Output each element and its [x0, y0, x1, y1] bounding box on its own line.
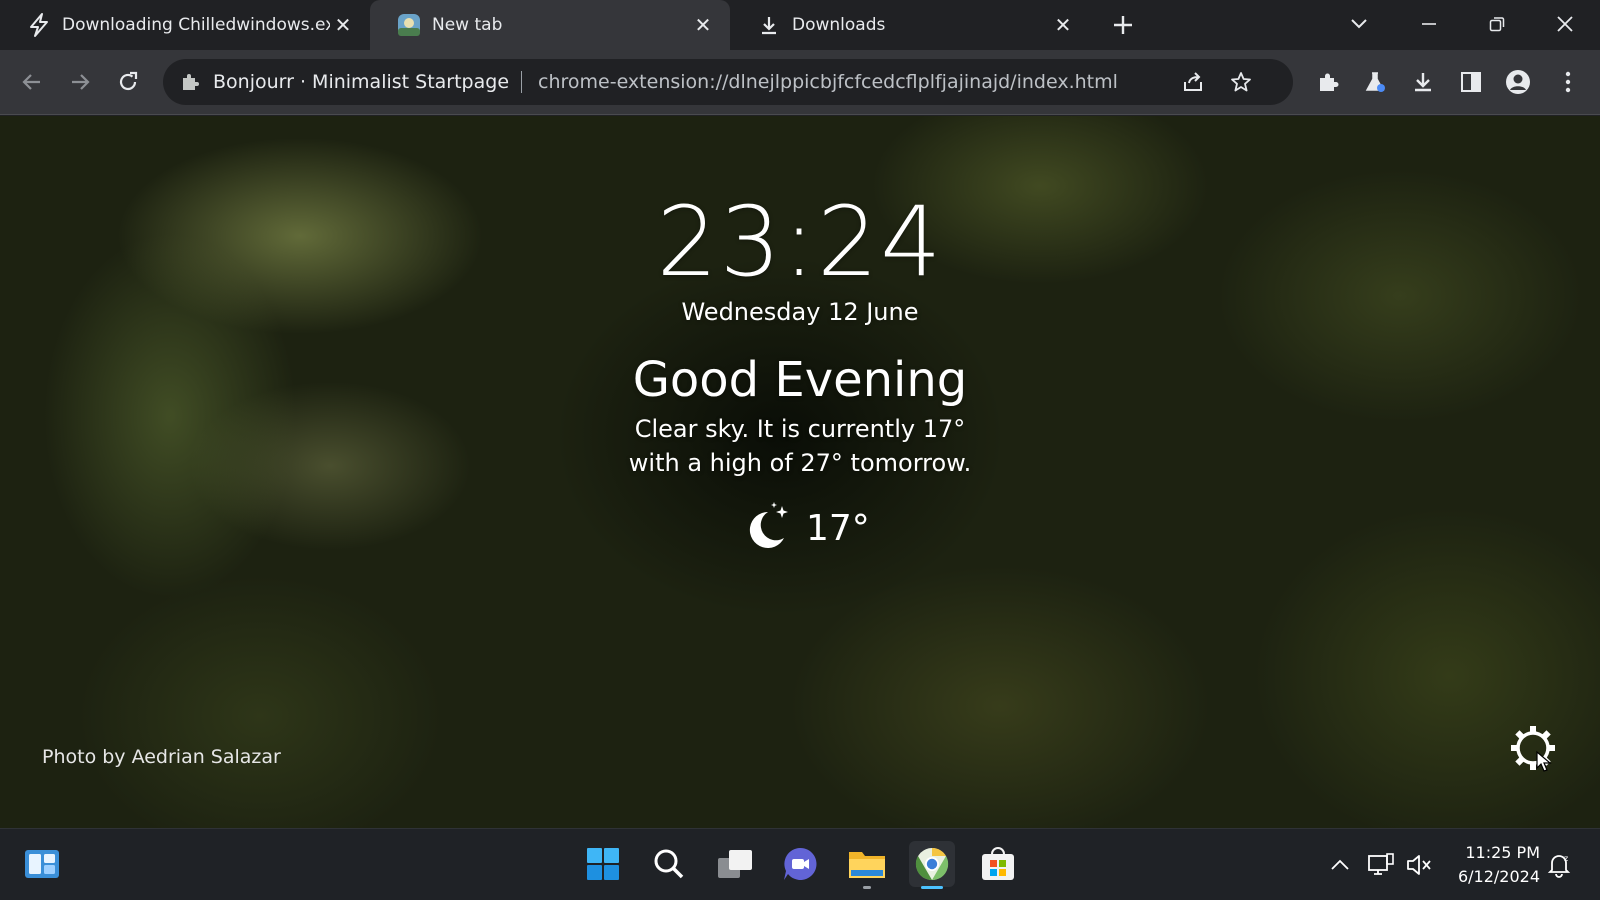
forward-button[interactable]	[62, 64, 98, 100]
weather-description-line-2: with a high of 27° tomorrow.	[628, 449, 972, 477]
avatar-icon	[1506, 70, 1530, 94]
side-panel-button[interactable]	[1453, 64, 1489, 100]
date: Wednesday 12 June	[681, 298, 919, 326]
arrow-left-icon	[22, 74, 40, 90]
site-name: Bonjourr · Minimalist Startpage	[213, 71, 510, 93]
file-explorer-icon	[849, 852, 885, 878]
labs-button[interactable]	[1357, 64, 1393, 100]
tab-downloads[interactable]: Downloads ✕	[730, 0, 1090, 50]
close-icon	[1557, 16, 1573, 32]
gear-icon	[1511, 726, 1555, 772]
windows-taskbar: 11:25 PM 6/12/2024 z	[0, 828, 1600, 900]
greeting: Good Evening	[632, 352, 968, 408]
reload-button[interactable]	[110, 64, 146, 100]
arrow-right-icon	[72, 74, 90, 90]
chrome-canary-button[interactable]	[909, 841, 955, 889]
search-icon	[654, 849, 684, 879]
photo-credit[interactable]: Photo by Aedrian Salazar	[42, 746, 281, 768]
task-view-icon	[718, 850, 752, 878]
extension-puzzle-icon[interactable]	[179, 71, 201, 93]
startpage: 23:24 Wednesday 12 June Good Evening Cle…	[0, 116, 1600, 828]
tab-strip: Downloading Chilledwindows.exe ✕ New tab…	[0, 0, 1600, 50]
widgets-button[interactable]	[19, 841, 65, 887]
network-icon	[1368, 853, 1394, 875]
puzzle-icon	[1320, 73, 1339, 91]
system-clock[interactable]: 11:25 PM 6/12/2024	[1440, 841, 1540, 889]
kebab-menu-icon	[1565, 71, 1571, 93]
current-weather: 17°	[740, 500, 870, 556]
close-window-button[interactable]	[1542, 4, 1588, 44]
weather-description-line-1: Clear sky. It is currently 17°	[634, 415, 966, 443]
new-tab-button[interactable]	[1108, 10, 1138, 40]
show-hidden-icons-button[interactable]	[1326, 851, 1354, 879]
bonjourr-icon	[396, 12, 422, 38]
download-icon	[756, 12, 782, 38]
svg-text:z: z	[1564, 854, 1568, 863]
url-text[interactable]: chrome-extension://dlnejlppicbjfcfcedcfl…	[538, 71, 1118, 93]
tab-title: Downloading Chilledwindows.exe	[62, 15, 330, 35]
chat-button[interactable]	[777, 841, 823, 887]
omnibox-divider	[521, 71, 523, 93]
lightning-icon	[26, 12, 52, 38]
running-indicator	[863, 886, 871, 889]
plus-icon	[1114, 16, 1132, 34]
tab-new-tab[interactable]: New tab ✕	[370, 0, 730, 50]
share-icon	[1184, 72, 1202, 91]
search-button[interactable]	[646, 841, 692, 887]
minimize-button[interactable]	[1406, 4, 1452, 44]
bookmark-star-button[interactable]	[1223, 64, 1259, 100]
extensions-button[interactable]	[1310, 64, 1346, 100]
current-temperature: 17°	[806, 507, 870, 549]
close-icon[interactable]: ✕	[690, 12, 716, 38]
chevron-down-icon	[1351, 19, 1367, 29]
notification-bell-icon: z	[1547, 854, 1571, 878]
volume-button[interactable]	[1405, 851, 1433, 879]
flask-icon	[1365, 72, 1385, 92]
tab-title: New tab	[432, 15, 503, 35]
task-view-button[interactable]	[712, 841, 758, 887]
clock: 23:24	[656, 186, 944, 298]
tab-downloading[interactable]: Downloading Chilledwindows.exe ✕	[0, 0, 370, 50]
profile-button[interactable]	[1500, 64, 1536, 100]
tray-date: 6/12/2024	[1457, 867, 1540, 886]
restore-icon	[1489, 17, 1505, 32]
downloads-button[interactable]	[1405, 64, 1441, 100]
side-panel-icon	[1461, 72, 1481, 92]
minimize-icon	[1422, 23, 1436, 25]
close-icon[interactable]: ✕	[330, 12, 356, 38]
start-icon	[587, 848, 619, 880]
tab-title: Downloads	[792, 15, 886, 35]
browser-toolbar: Bonjourr · Minimalist Startpage chrome-e…	[0, 50, 1600, 115]
file-explorer-button[interactable]	[844, 841, 890, 889]
chevron-up-icon	[1331, 859, 1349, 870]
star-icon	[1231, 72, 1251, 92]
microsoft-store-button[interactable]	[975, 841, 1021, 887]
menu-button[interactable]	[1550, 64, 1586, 100]
tray-time: 11:25 PM	[1465, 843, 1540, 862]
chrome-canary-icon	[915, 847, 949, 881]
close-icon[interactable]: ✕	[1050, 12, 1076, 38]
back-button[interactable]	[14, 64, 50, 100]
network-button[interactable]	[1367, 851, 1395, 879]
widgets-icon	[25, 850, 59, 878]
active-indicator	[921, 886, 943, 889]
weather-description: Clear sky. It is currently 17° with a hi…	[0, 412, 1600, 480]
download-icon	[1415, 73, 1431, 92]
moon-stars-icon	[740, 500, 796, 556]
start-button[interactable]	[580, 841, 626, 887]
restore-button[interactable]	[1474, 4, 1520, 44]
address-bar[interactable]: Bonjourr · Minimalist Startpage chrome-e…	[163, 59, 1293, 105]
share-button[interactable]	[1175, 64, 1211, 100]
volume-muted-icon	[1407, 855, 1431, 875]
reload-icon	[119, 71, 138, 91]
tab-search-button[interactable]	[1336, 4, 1382, 44]
teams-chat-icon	[784, 847, 817, 880]
store-icon	[982, 847, 1014, 880]
settings-button[interactable]	[1505, 720, 1561, 776]
notifications-button[interactable]: z	[1545, 851, 1573, 879]
